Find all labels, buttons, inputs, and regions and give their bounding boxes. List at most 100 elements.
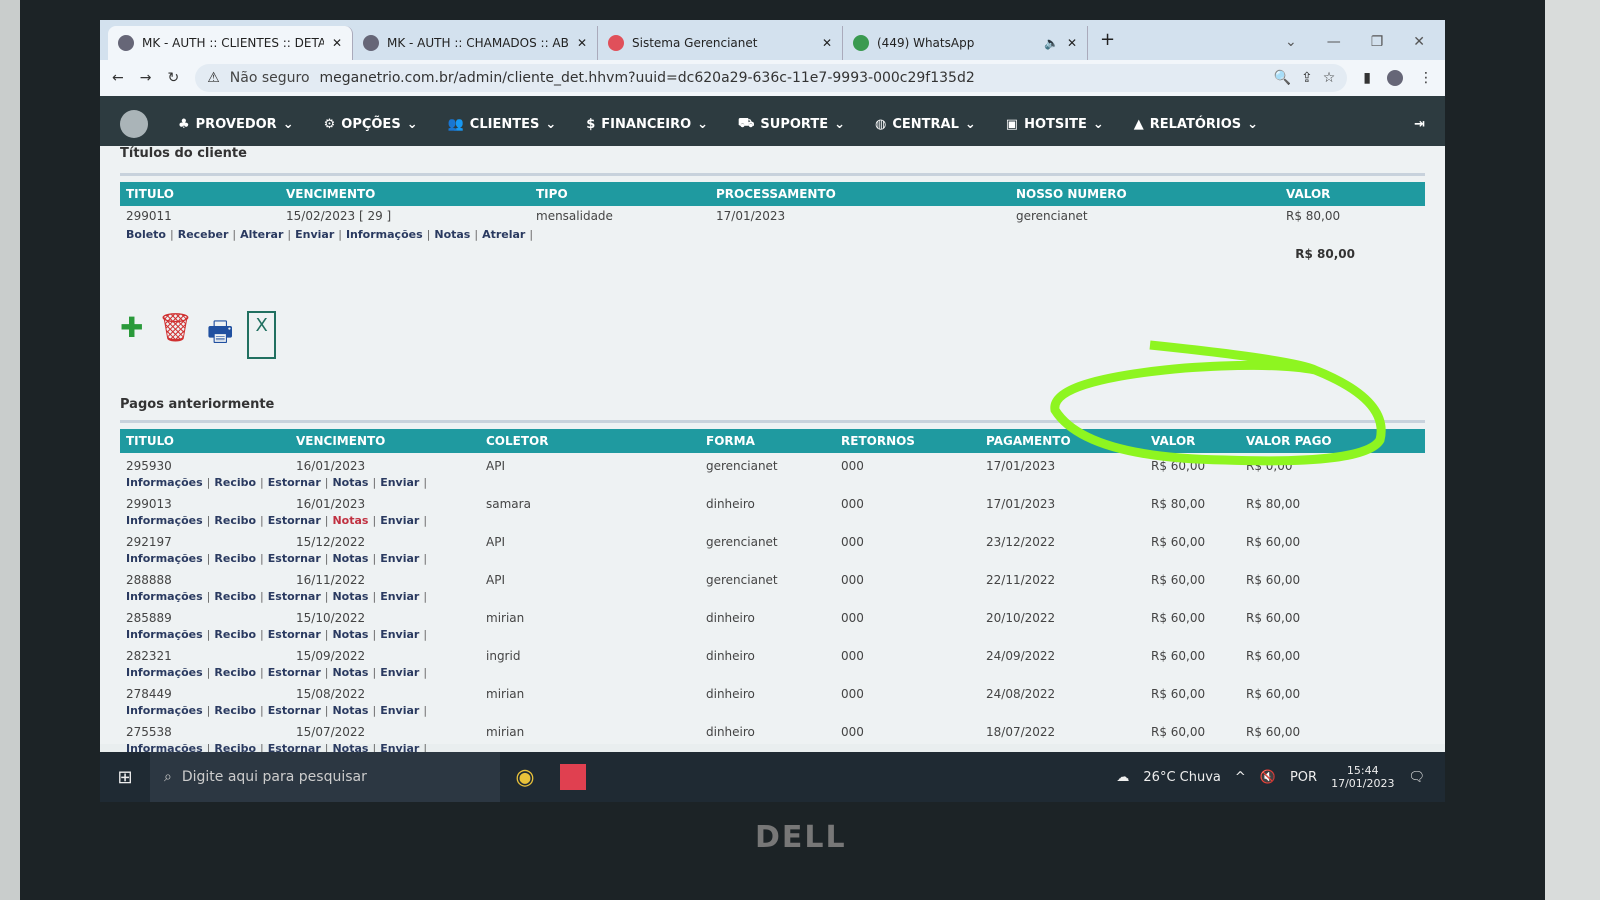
action-notas[interactable]: Notas [332,628,368,641]
action-recibo[interactable]: Recibo [214,476,256,489]
separator: | [206,552,211,565]
tab-chamados[interactable]: MK - AUTH :: CHAMADOS :: ABER ✕ [353,26,598,60]
action-recibo[interactable]: Recibo [214,628,256,641]
action-estornar[interactable]: Estornar [268,476,321,489]
new-tab-button[interactable]: + [1088,29,1127,60]
tab-list-icon[interactable]: ⌄ [1285,34,1297,50]
profile-avatar[interactable] [1387,70,1403,86]
action-notas[interactable]: Notas [332,704,368,717]
nav-opcoes[interactable]: ⚙ OPÇÕES ⌄ [324,117,418,132]
share-icon[interactable]: ⇪ [1301,70,1313,86]
action-enviar[interactable]: Enviar [380,704,419,717]
speaker-muted-icon[interactable]: 🔇 [1260,770,1276,785]
action-estornar[interactable]: Estornar [268,628,321,641]
action-alterar[interactable]: Alterar [240,228,283,241]
logo[interactable] [120,110,148,138]
reload-icon[interactable]: ↻ [167,70,179,86]
action-informacoes[interactable]: Informações [126,590,203,603]
logout-icon[interactable]: ⇥ [1414,117,1425,132]
add-icon[interactable]: ✚ [120,311,143,359]
nav-hotsite[interactable]: ▣ HOTSITE ⌄ [1006,117,1104,132]
action-recibo[interactable]: Recibo [214,514,256,527]
url-input[interactable]: ⚠ Não seguro meganetrio.com.br/admin/cli… [195,64,1348,92]
chevron-up-icon[interactable]: ^ [1235,770,1246,785]
action-enviar[interactable]: Enviar [380,552,419,565]
tab-gerencianet[interactable]: Sistema Gerencianet ✕ [598,26,843,60]
nav-relatorios[interactable]: ▲ RELATÓRIOS ⌄ [1134,117,1258,132]
chrome-icon[interactable]: ◉ [500,765,550,790]
close-window-icon[interactable]: ✕ [1413,34,1425,50]
zoom-icon[interactable]: 🔍 [1274,70,1291,86]
action-notas[interactable]: Notas [332,514,368,527]
close-icon[interactable]: ✕ [1067,36,1077,50]
actions-cell: Informações | Recibo | Estornar | Notas | Enviar… [120,476,1425,491]
action-informacoes[interactable]: Informações [126,628,203,641]
action-estornar[interactable]: Estornar [268,514,321,527]
action-recibo[interactable]: Recibo [214,552,256,565]
action-boleto[interactable]: Boleto [126,228,166,241]
action-informacoes[interactable]: Informações [126,666,203,679]
cell-titulo[interactable]: 299011 [120,206,280,226]
action-notas[interactable]: Notas [332,552,368,565]
action-informacoes[interactable]: Informações [126,704,203,717]
clock[interactable]: 15:44 17/01/2023 [1331,764,1394,790]
forward-icon[interactable]: → [140,70,152,86]
back-icon[interactable]: ← [112,70,124,86]
actions-cell: Informações | Recibo | Estornar | Notas | Enviar… [120,590,1425,605]
action-notas[interactable]: Notas [332,590,368,603]
nav-suporte[interactable]: ⛟ SUPORTE ⌄ [738,116,845,133]
action-informacoes[interactable]: Informações [126,552,203,565]
tab-whatsapp[interactable]: (449) WhatsApp 🔈 ✕ [843,26,1088,60]
action-enviar[interactable]: Enviar [380,476,419,489]
tab-clientes[interactable]: MK - AUTH :: CLIENTES :: DETALH ✕ [108,26,353,60]
action-estornar[interactable]: Estornar [268,666,321,679]
mute-icon[interactable]: 🔈 [1044,36,1059,50]
action-enviar[interactable]: Enviar [380,514,419,527]
app-icon[interactable] [560,764,586,790]
trash-icon[interactable]: 🗑 [157,311,193,359]
action-estornar[interactable]: Estornar [268,590,321,603]
windows-start-icon[interactable]: ⊞ [100,767,150,788]
table-row: 299013 16/01/2023 samara dinheiro 000 17/01/2… [120,491,1425,514]
nav-provedor[interactable]: ♣ PROVEDOR ⌄ [178,117,294,132]
excel-icon[interactable]: X [247,311,276,359]
close-icon[interactable]: ✕ [577,36,587,50]
actions-cell: Informações | Recibo | Estornar | Notas | Enviar… [120,552,1425,567]
cell: dinheiro [706,611,755,625]
separator: | [324,628,329,641]
action-enviar[interactable]: Enviar [380,666,419,679]
action-recibo[interactable]: Recibo [214,704,256,717]
action-notas[interactable]: Notas [332,476,368,489]
action-receber[interactable]: Receber [178,228,229,241]
action-estornar[interactable]: Estornar [268,704,321,717]
action-enviar[interactable]: Enviar [295,228,334,241]
action-informacoes[interactable]: Informações [126,476,203,489]
nav-clientes[interactable]: 👥 CLIENTES ⌄ [448,117,557,132]
action-atrelar[interactable]: Atrelar [482,228,525,241]
separator: | [372,704,377,717]
sidebar-icon[interactable]: ▮ [1363,70,1371,86]
action-recibo[interactable]: Recibo [214,666,256,679]
action-recibo[interactable]: Recibo [214,590,256,603]
print-icon[interactable]: 🖶 [207,311,233,359]
action-enviar[interactable]: Enviar [380,628,419,641]
close-icon[interactable]: ✕ [822,36,832,50]
cell: 15/08/2022 [296,687,366,701]
minimize-icon[interactable]: — [1327,34,1341,50]
cell: 16/01/2023 [296,497,366,511]
taskbar-search[interactable]: ⌕ Digite aqui para pesquisar [150,752,500,802]
action-enviar[interactable]: Enviar [380,590,419,603]
cell: R$ 60,00 [1246,535,1301,549]
nav-financeiro[interactable]: $ FINANCEIRO ⌄ [586,117,708,132]
action-notas[interactable]: Notas [434,228,470,241]
menu-icon[interactable]: ⋮ [1419,70,1433,86]
notifications-icon[interactable]: 🗨 [1408,770,1425,785]
action-notas[interactable]: Notas [332,666,368,679]
action-informações[interactable]: Informações [346,228,423,241]
restore-icon[interactable]: ❐ [1371,34,1384,50]
action-estornar[interactable]: Estornar [268,552,321,565]
nav-central[interactable]: ◍ CENTRAL ⌄ [875,117,976,132]
close-icon[interactable]: ✕ [332,36,342,50]
star-icon[interactable]: ☆ [1323,70,1336,86]
action-informacoes[interactable]: Informações [126,514,203,527]
